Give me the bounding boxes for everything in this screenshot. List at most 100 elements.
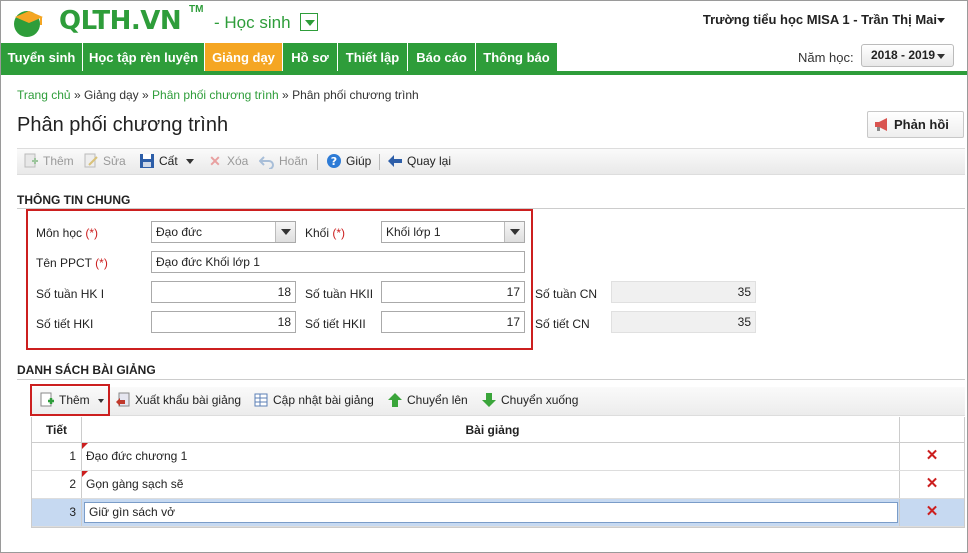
lesson-grid: Tiết Bài giảng 1 Đạo đức chương 1 ✕ 2 Gọ… xyxy=(31,417,965,528)
move-down-label: Chuyển xuống xyxy=(501,393,579,407)
delete-row-button[interactable]: ✕ xyxy=(900,443,964,470)
caret-down-icon[interactable] xyxy=(937,18,945,23)
undo-button[interactable]: Hoãn xyxy=(258,149,308,176)
header: QLTH.VN TM - Học sinh Trường tiểu học MI… xyxy=(1,1,967,43)
back-button[interactable]: Quay lại xyxy=(387,149,451,176)
export-icon xyxy=(115,392,131,408)
chevron-down-icon xyxy=(937,54,945,59)
lesson-edit-input[interactable]: Giữ gìn sách vở xyxy=(84,502,898,523)
main-toolbar: Thêm Sửa Cất ✕ Xóa Hoãn ? Giúp Quay lại xyxy=(17,148,965,175)
feedback-button[interactable]: Phản hồi xyxy=(867,111,964,138)
weeks-hk1-label: Số tuần HK I xyxy=(36,287,105,301)
save-floppy-icon xyxy=(139,153,155,169)
save-label: Cất xyxy=(159,154,178,168)
column-header-lesson: Bài giảng xyxy=(82,417,900,442)
update-lessons-label: Cập nhật bài giảng xyxy=(273,393,374,407)
delete-x-icon: ✕ xyxy=(925,475,939,492)
edit-button[interactable]: Sửa xyxy=(83,149,126,176)
edit-doc-icon xyxy=(83,153,99,169)
periods-total-label: Số tiết CN xyxy=(535,317,590,331)
grade-select[interactable]: Khối lớp 1 xyxy=(381,221,525,243)
column-header-period: Tiết xyxy=(32,417,82,442)
weeks-total-label: Số tuần CN xyxy=(535,287,598,301)
graduation-cap-logo-icon xyxy=(14,11,43,37)
breadcrumb-ppct-link[interactable]: Phân phối chương trình xyxy=(152,88,279,102)
school-year-select[interactable]: 2018 - 2019 xyxy=(861,44,954,67)
nav-bao-cao[interactable]: Báo cáo xyxy=(408,43,476,71)
subject-value: Đạo đức xyxy=(156,225,203,239)
user-menu[interactable]: Trường tiểu học MISA 1 - Trần Thị Mai xyxy=(703,12,937,27)
delete-x-icon: ✕ xyxy=(209,152,221,169)
export-lessons-button[interactable]: Xuất khẩu bài giảng xyxy=(115,388,241,415)
page-title: Phân phối chương trình xyxy=(17,114,229,136)
breadcrumb-giang-day: Giảng dạy xyxy=(83,88,139,102)
periods-hk1-input[interactable]: 18 xyxy=(151,311,296,333)
edit-label: Sửa xyxy=(103,154,126,168)
nav-hoc-tap-ren-luyen[interactable]: Học tập rèn luyện xyxy=(83,43,205,71)
modified-flag xyxy=(82,443,88,449)
weeks-total-value: 35 xyxy=(611,281,756,303)
feedback-label: Phản hồi xyxy=(894,117,949,132)
update-lessons-button[interactable]: Cập nhật bài giảng xyxy=(253,388,374,415)
move-up-label: Chuyển lên xyxy=(407,393,468,407)
nav-giang-day[interactable]: Giảng dạy xyxy=(205,43,283,71)
column-header-action xyxy=(900,417,964,442)
delete-row-button[interactable]: ✕ xyxy=(900,499,964,526)
help-icon: ? xyxy=(326,153,342,169)
periods-hk2-input[interactable]: 17 xyxy=(381,311,525,333)
help-label: Giúp xyxy=(346,154,372,168)
add-lesson-highlight xyxy=(30,384,110,416)
add-doc-icon xyxy=(23,153,39,169)
undo-arrow-icon xyxy=(258,153,275,170)
help-button[interactable]: ? Giúp xyxy=(326,149,371,176)
nav-ho-so[interactable]: Hồ sơ xyxy=(283,43,338,71)
move-up-button[interactable]: Chuyển lên xyxy=(387,388,468,415)
table-row[interactable]: 2 Gọn gàng sạch sẽ ✕ xyxy=(32,471,964,499)
ppct-name-input[interactable]: Đạo đức Khối lớp 1 xyxy=(151,251,525,273)
move-down-button[interactable]: Chuyển xuống xyxy=(481,388,578,415)
svg-text:?: ? xyxy=(331,155,337,168)
save-dropdown-icon[interactable] xyxy=(185,159,194,165)
nav-tuyen-sinh[interactable]: Tuyển sinh xyxy=(1,43,83,71)
delete-x-icon: ✕ xyxy=(925,447,939,464)
period-cell: 2 xyxy=(32,471,82,498)
delete-button[interactable]: ✕ Xóa xyxy=(207,149,248,176)
grid-header: Tiết Bài giảng xyxy=(32,417,964,443)
school-year-label: Năm học: xyxy=(798,50,854,65)
periods-hk2-label: Số tiết HKII xyxy=(305,317,366,331)
breadcrumb-home[interactable]: Trang chủ xyxy=(17,88,71,102)
required-mark: (*) xyxy=(332,226,346,240)
weeks-hk1-input[interactable]: 18 xyxy=(151,281,296,303)
subject-select[interactable]: Đạo đức xyxy=(151,221,296,243)
required-mark: (*) xyxy=(95,256,108,270)
nav-thiet-lap[interactable]: Thiết lập xyxy=(338,43,408,71)
role-dropdown-button[interactable] xyxy=(300,13,318,31)
nav-thong-bao[interactable]: Thông báo xyxy=(476,43,558,71)
chevron-down-icon xyxy=(504,222,524,242)
breadcrumb-sep: » xyxy=(73,88,81,102)
table-row[interactable]: 1 Đạo đức chương 1 ✕ xyxy=(32,443,964,471)
delete-row-button[interactable]: ✕ xyxy=(900,471,964,498)
lesson-cell[interactable]: Đạo đức chương 1 xyxy=(82,443,900,470)
arrow-down-icon xyxy=(481,392,497,408)
lesson-toolbar: Thêm Xuất khẩu bài giảng Cập nhật bài gi… xyxy=(31,387,965,416)
table-row-selected[interactable]: 3 Giữ gìn sách vở ✕ xyxy=(32,499,964,527)
weeks-hk2-input[interactable]: 17 xyxy=(381,281,525,303)
breadcrumb-current: Phân phối chương trình xyxy=(292,88,419,102)
period-cell: 3 xyxy=(32,499,82,526)
breadcrumb-sep: » xyxy=(142,88,149,102)
subject-label: Môn học (*) xyxy=(36,226,98,240)
section-divider xyxy=(17,379,965,380)
add-button[interactable]: Thêm xyxy=(23,149,74,176)
periods-total-value: 35 xyxy=(611,311,756,333)
required-mark: (*) xyxy=(85,226,99,240)
save-button[interactable]: Cất xyxy=(139,149,194,176)
toolbar-separator xyxy=(379,154,380,170)
lesson-list-heading: DANH SÁCH BÀI GIẢNG xyxy=(17,363,156,377)
add-label: Thêm xyxy=(43,154,74,168)
lesson-cell[interactable]: Gọn gàng sạch sẽ xyxy=(82,471,900,498)
role-label: - Học sinh xyxy=(214,13,291,32)
logo-trademark: TM xyxy=(189,4,204,15)
delete-x-icon: ✕ xyxy=(925,503,939,520)
school-year-value: 2018 - 2019 xyxy=(871,48,936,62)
